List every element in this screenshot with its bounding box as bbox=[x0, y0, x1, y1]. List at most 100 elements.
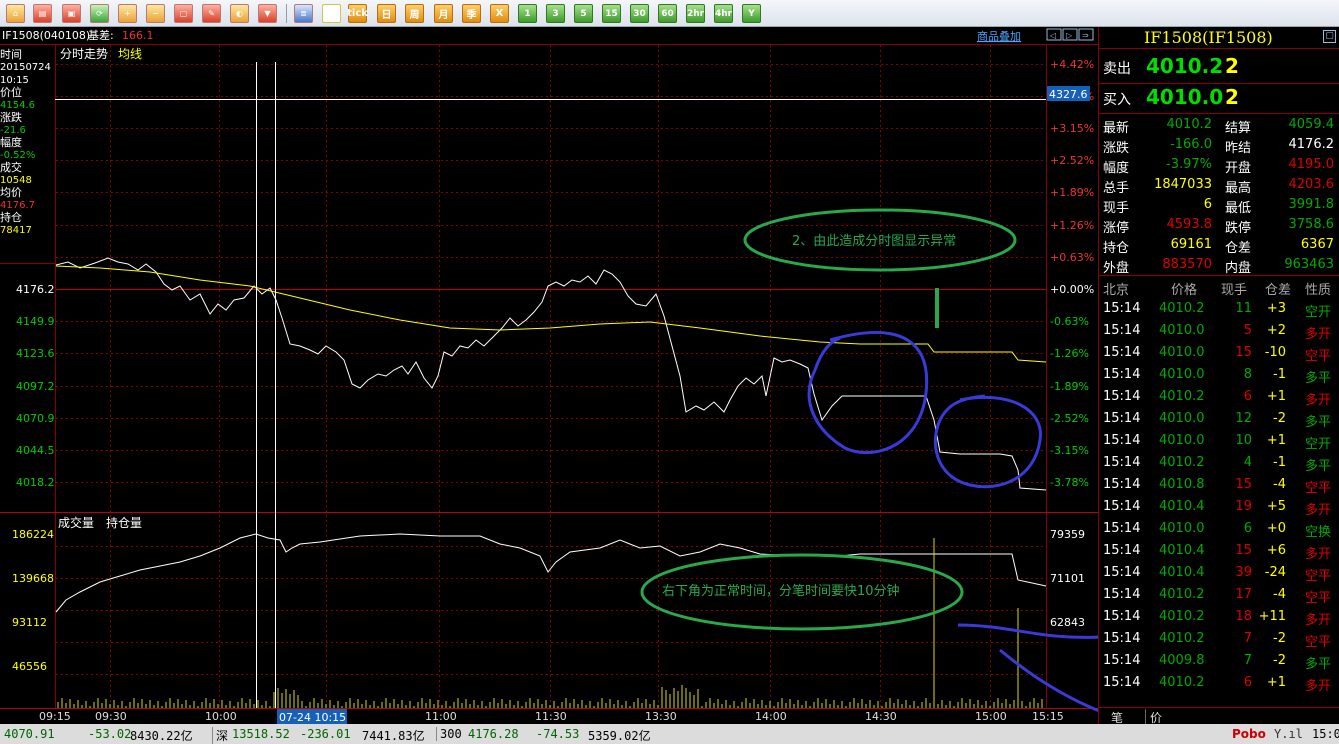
tick-time: 15:14 bbox=[1103, 543, 1141, 558]
period-month[interactable]: 月 bbox=[434, 4, 453, 23]
info-value: 4176.7 bbox=[0, 200, 35, 211]
tick-price: 4010.2 bbox=[1159, 609, 1205, 624]
chart-window-controls[interactable]: ◁ ▷ ⇒ bbox=[1046, 28, 1094, 41]
sz-amount: 7441.83亿 bbox=[362, 729, 425, 743]
tick-nature: 多平 bbox=[1305, 657, 1332, 672]
period-week[interactable]: 周 bbox=[405, 4, 424, 23]
tick-volume: 4 bbox=[1243, 455, 1252, 470]
quote-stat-row: 总手 1847033 最高 4203.6 bbox=[1099, 175, 1339, 196]
window-icon[interactable]: ▢ bbox=[174, 4, 193, 23]
tick-oi-change: +5 bbox=[1266, 499, 1286, 514]
annotation-note-1: 2、由此造成分时图显示异常 bbox=[792, 234, 956, 249]
time-tick-label: 10:00 bbox=[205, 710, 237, 723]
minute-chart-icon[interactable]: ∿ bbox=[322, 4, 341, 23]
quote-close-icon[interactable]: ▢ bbox=[1323, 30, 1336, 43]
tick-row: 15:14 4010.2 6 +1 多开 bbox=[1099, 387, 1339, 408]
tab-minute-trend[interactable]: 分时走势 bbox=[60, 47, 108, 61]
tick-time: 15:14 bbox=[1103, 499, 1141, 514]
tick-row: 15:14 4010.2 18 +11 多开 bbox=[1099, 607, 1339, 628]
tick-header: 北京 价格 现手 仓差 性质 bbox=[1099, 277, 1339, 298]
tick-row: 15:14 4010.0 5 +2 多开 bbox=[1099, 321, 1339, 342]
period-15[interactable]: 15 bbox=[602, 4, 621, 23]
pct-tick-label: +1.89% bbox=[1050, 186, 1094, 199]
basis-label: 基差: bbox=[88, 28, 114, 42]
quote-stat-row: 涨停 4593.8 跌停 3758.6 bbox=[1099, 215, 1339, 236]
period-30[interactable]: 30 bbox=[630, 4, 649, 23]
info-value: -21.6 bbox=[0, 125, 26, 136]
tick-icon[interactable]: tick bbox=[347, 4, 368, 23]
i300-label: 300 bbox=[436, 727, 462, 741]
ask-label: 卖出 bbox=[1103, 61, 1131, 77]
oi-tick-label: 62843 bbox=[1050, 616, 1085, 629]
zoom-in-icon[interactable]: + bbox=[118, 4, 137, 23]
tick-volume: 6 bbox=[1243, 389, 1252, 404]
price-tick-label: 4097.2 bbox=[16, 380, 55, 393]
stat-value: 4203.6 bbox=[1288, 177, 1335, 192]
home-icon[interactable]: ⌂ bbox=[6, 4, 25, 23]
tick-nature: 空平 bbox=[1305, 569, 1332, 584]
user-annotations: 2、由此造成分时图显示异常 右下角为正常时间，分笔时间要快10分钟 bbox=[640, 208, 1302, 737]
tick-nature: 多开 bbox=[1305, 679, 1332, 694]
tick-price: 4010.2 bbox=[1159, 631, 1205, 646]
time-tick-label: 11:30 bbox=[535, 710, 567, 723]
tick-nature: 空平 bbox=[1305, 481, 1332, 496]
period-2hr[interactable]: 2hr bbox=[686, 4, 705, 23]
info-value: 10:15 bbox=[0, 75, 29, 86]
tick-oi-change: +1 bbox=[1266, 433, 1286, 448]
info-value: 10548 bbox=[0, 175, 32, 186]
book-icon[interactable]: ▤ bbox=[33, 4, 52, 23]
quote-panel: IF1508(IF1508) ▢ 卖出 4010.2 2 买入 4010.0 2… bbox=[1098, 27, 1339, 726]
refresh-icon[interactable]: ⟳ bbox=[90, 4, 109, 23]
tick-time: 15:14 bbox=[1103, 345, 1141, 360]
stat-value: 4593.8 bbox=[1166, 217, 1213, 232]
tick-nature: 多开 bbox=[1305, 503, 1332, 518]
period-3[interactable]: 3 bbox=[546, 4, 565, 23]
tick-price: 4010.2 bbox=[1159, 587, 1205, 602]
time-tick-label: 14:30 bbox=[865, 710, 897, 723]
info-value: -0.52% bbox=[0, 150, 35, 161]
info-label: 成交 bbox=[0, 160, 22, 174]
period-5[interactable]: 5 bbox=[574, 4, 593, 23]
paint-icon[interactable]: ◐ bbox=[230, 4, 249, 23]
annotation-note-2: 右下角为正常时间，分笔时间要快10分钟 bbox=[662, 583, 900, 599]
period-day[interactable]: 日 bbox=[377, 4, 396, 23]
tick-price: 4010.0 bbox=[1159, 521, 1205, 536]
tick-row: 15:14 4010.4 19 +5 多开 bbox=[1099, 497, 1339, 518]
tick-volume: 6 bbox=[1243, 675, 1252, 690]
oi-tick-label: 71101 bbox=[1050, 572, 1085, 585]
tick-oi-change: +11 bbox=[1258, 609, 1286, 624]
period-4hr[interactable]: 4hr bbox=[714, 4, 733, 23]
zoom-out-icon[interactable]: − bbox=[146, 4, 165, 23]
stat-value: 6 bbox=[1203, 197, 1212, 212]
tick-row: 15:14 4010.0 12 -2 多平 bbox=[1099, 409, 1339, 430]
info-value: 4154.6 bbox=[0, 100, 35, 111]
pct-tick-zero: +0.00% bbox=[1050, 283, 1094, 296]
quote-stat-row: 涨跌 -166.0 昨结 4176.2 bbox=[1099, 135, 1339, 156]
filter-icon[interactable]: ▼ bbox=[258, 4, 277, 23]
stat-value: 963463 bbox=[1284, 257, 1334, 272]
minute-chart[interactable]: IF1508(040108) 基差: 166.1 商品叠加 ◁ ▷ ⇒ 4176… bbox=[0, 27, 1302, 737]
tick-nature: 多开 bbox=[1305, 547, 1332, 562]
tick-volume: 15 bbox=[1235, 543, 1252, 558]
period-quarter[interactable]: 季 bbox=[462, 4, 481, 23]
tab-open-interest[interactable]: 持仓量 bbox=[106, 515, 142, 530]
stat-value: 69161 bbox=[1170, 237, 1212, 252]
tick-price: 4010.0 bbox=[1159, 433, 1205, 448]
tick-price: 4010.2 bbox=[1159, 675, 1205, 690]
tab-volume[interactable]: 成交量 bbox=[58, 515, 94, 530]
pen-icon[interactable]: ✎ bbox=[202, 4, 221, 23]
contract-title: IF1508(040108) bbox=[2, 29, 90, 42]
period-1[interactable]: 1 bbox=[518, 4, 537, 23]
basis-value: 166.1 bbox=[122, 29, 154, 42]
tab-average-line[interactable]: 均线 bbox=[118, 47, 142, 61]
bid-label: 买入 bbox=[1103, 92, 1131, 108]
i300-amount: 5359.02亿 bbox=[588, 729, 651, 743]
stat-label: 开盘 bbox=[1225, 161, 1252, 176]
period-60[interactable]: 60 bbox=[658, 4, 677, 23]
tick-row: 15:14 4010.0 8 -1 多平 bbox=[1099, 365, 1339, 386]
overlay-link[interactable]: 商品叠加 bbox=[977, 29, 1021, 43]
news-icon[interactable]: ▣ bbox=[62, 4, 81, 23]
period-y[interactable]: Y bbox=[742, 4, 761, 23]
table-icon[interactable]: ≣ bbox=[294, 4, 313, 23]
period-year[interactable]: X bbox=[490, 4, 509, 23]
